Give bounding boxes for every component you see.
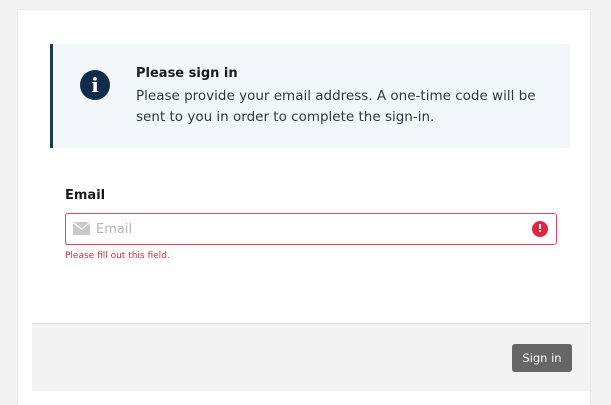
email-error-message: Please fill out this field. [65,251,170,261]
error-icon: ! [532,221,548,237]
notice-title: Please sign in [136,66,238,81]
mail-icon [73,222,90,235]
notice-message: Please provide your email address. A one… [136,88,536,125]
card-footer: Sign in [32,323,590,391]
info-icon: i [80,70,110,100]
email-label: Email [65,188,106,203]
sign-in-card: i Please sign in Please provide your ema… [18,10,590,405]
email-field[interactable]: ! [65,213,557,245]
sign-in-button[interactable]: Sign in [512,344,572,372]
email-input[interactable] [96,218,516,240]
sign-in-notice: i Please sign in Please provide your ema… [50,44,570,148]
